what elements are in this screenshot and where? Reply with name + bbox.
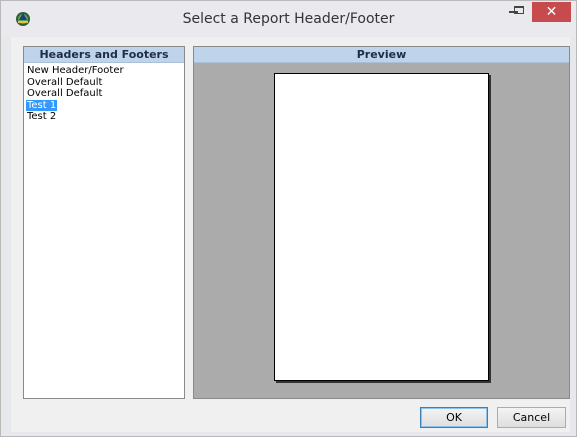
close-icon: ✕: [545, 4, 558, 20]
list-item-overall-default-2[interactable]: Overall Default: [26, 88, 184, 100]
list-item-test-1[interactable]: Test 1: [26, 99, 57, 111]
preview-page: [274, 73, 489, 381]
headers-footers-list[interactable]: New Header/Footer Overall Default Overal…: [24, 63, 184, 123]
window-title: Select a Report Header/Footer: [182, 11, 395, 27]
headers-footers-panel: Headers and Footers New Header/Footer Ov…: [23, 46, 185, 399]
list-item-new-header-footer[interactable]: New Header/Footer: [26, 65, 184, 77]
maximize-button[interactable]: [514, 6, 524, 14]
list-item-overall-default[interactable]: Overall Default: [26, 77, 184, 89]
cancel-button[interactable]: Cancel: [497, 407, 566, 428]
preview-header: Preview: [194, 47, 569, 63]
preview-panel: Preview: [193, 46, 570, 399]
ok-button[interactable]: OK: [420, 407, 488, 428]
list-item-test-2[interactable]: Test 2: [26, 111, 184, 123]
dialog-client-area: Headers and Footers New Header/Footer Ov…: [11, 37, 570, 432]
dialog-window: Select a Report Header/Footer ✕ Headers …: [0, 0, 577, 437]
headers-footers-header: Headers and Footers: [24, 47, 184, 63]
close-button[interactable]: ✕: [532, 2, 571, 22]
title-bar[interactable]: Select a Report Header/Footer ✕: [1, 1, 576, 37]
